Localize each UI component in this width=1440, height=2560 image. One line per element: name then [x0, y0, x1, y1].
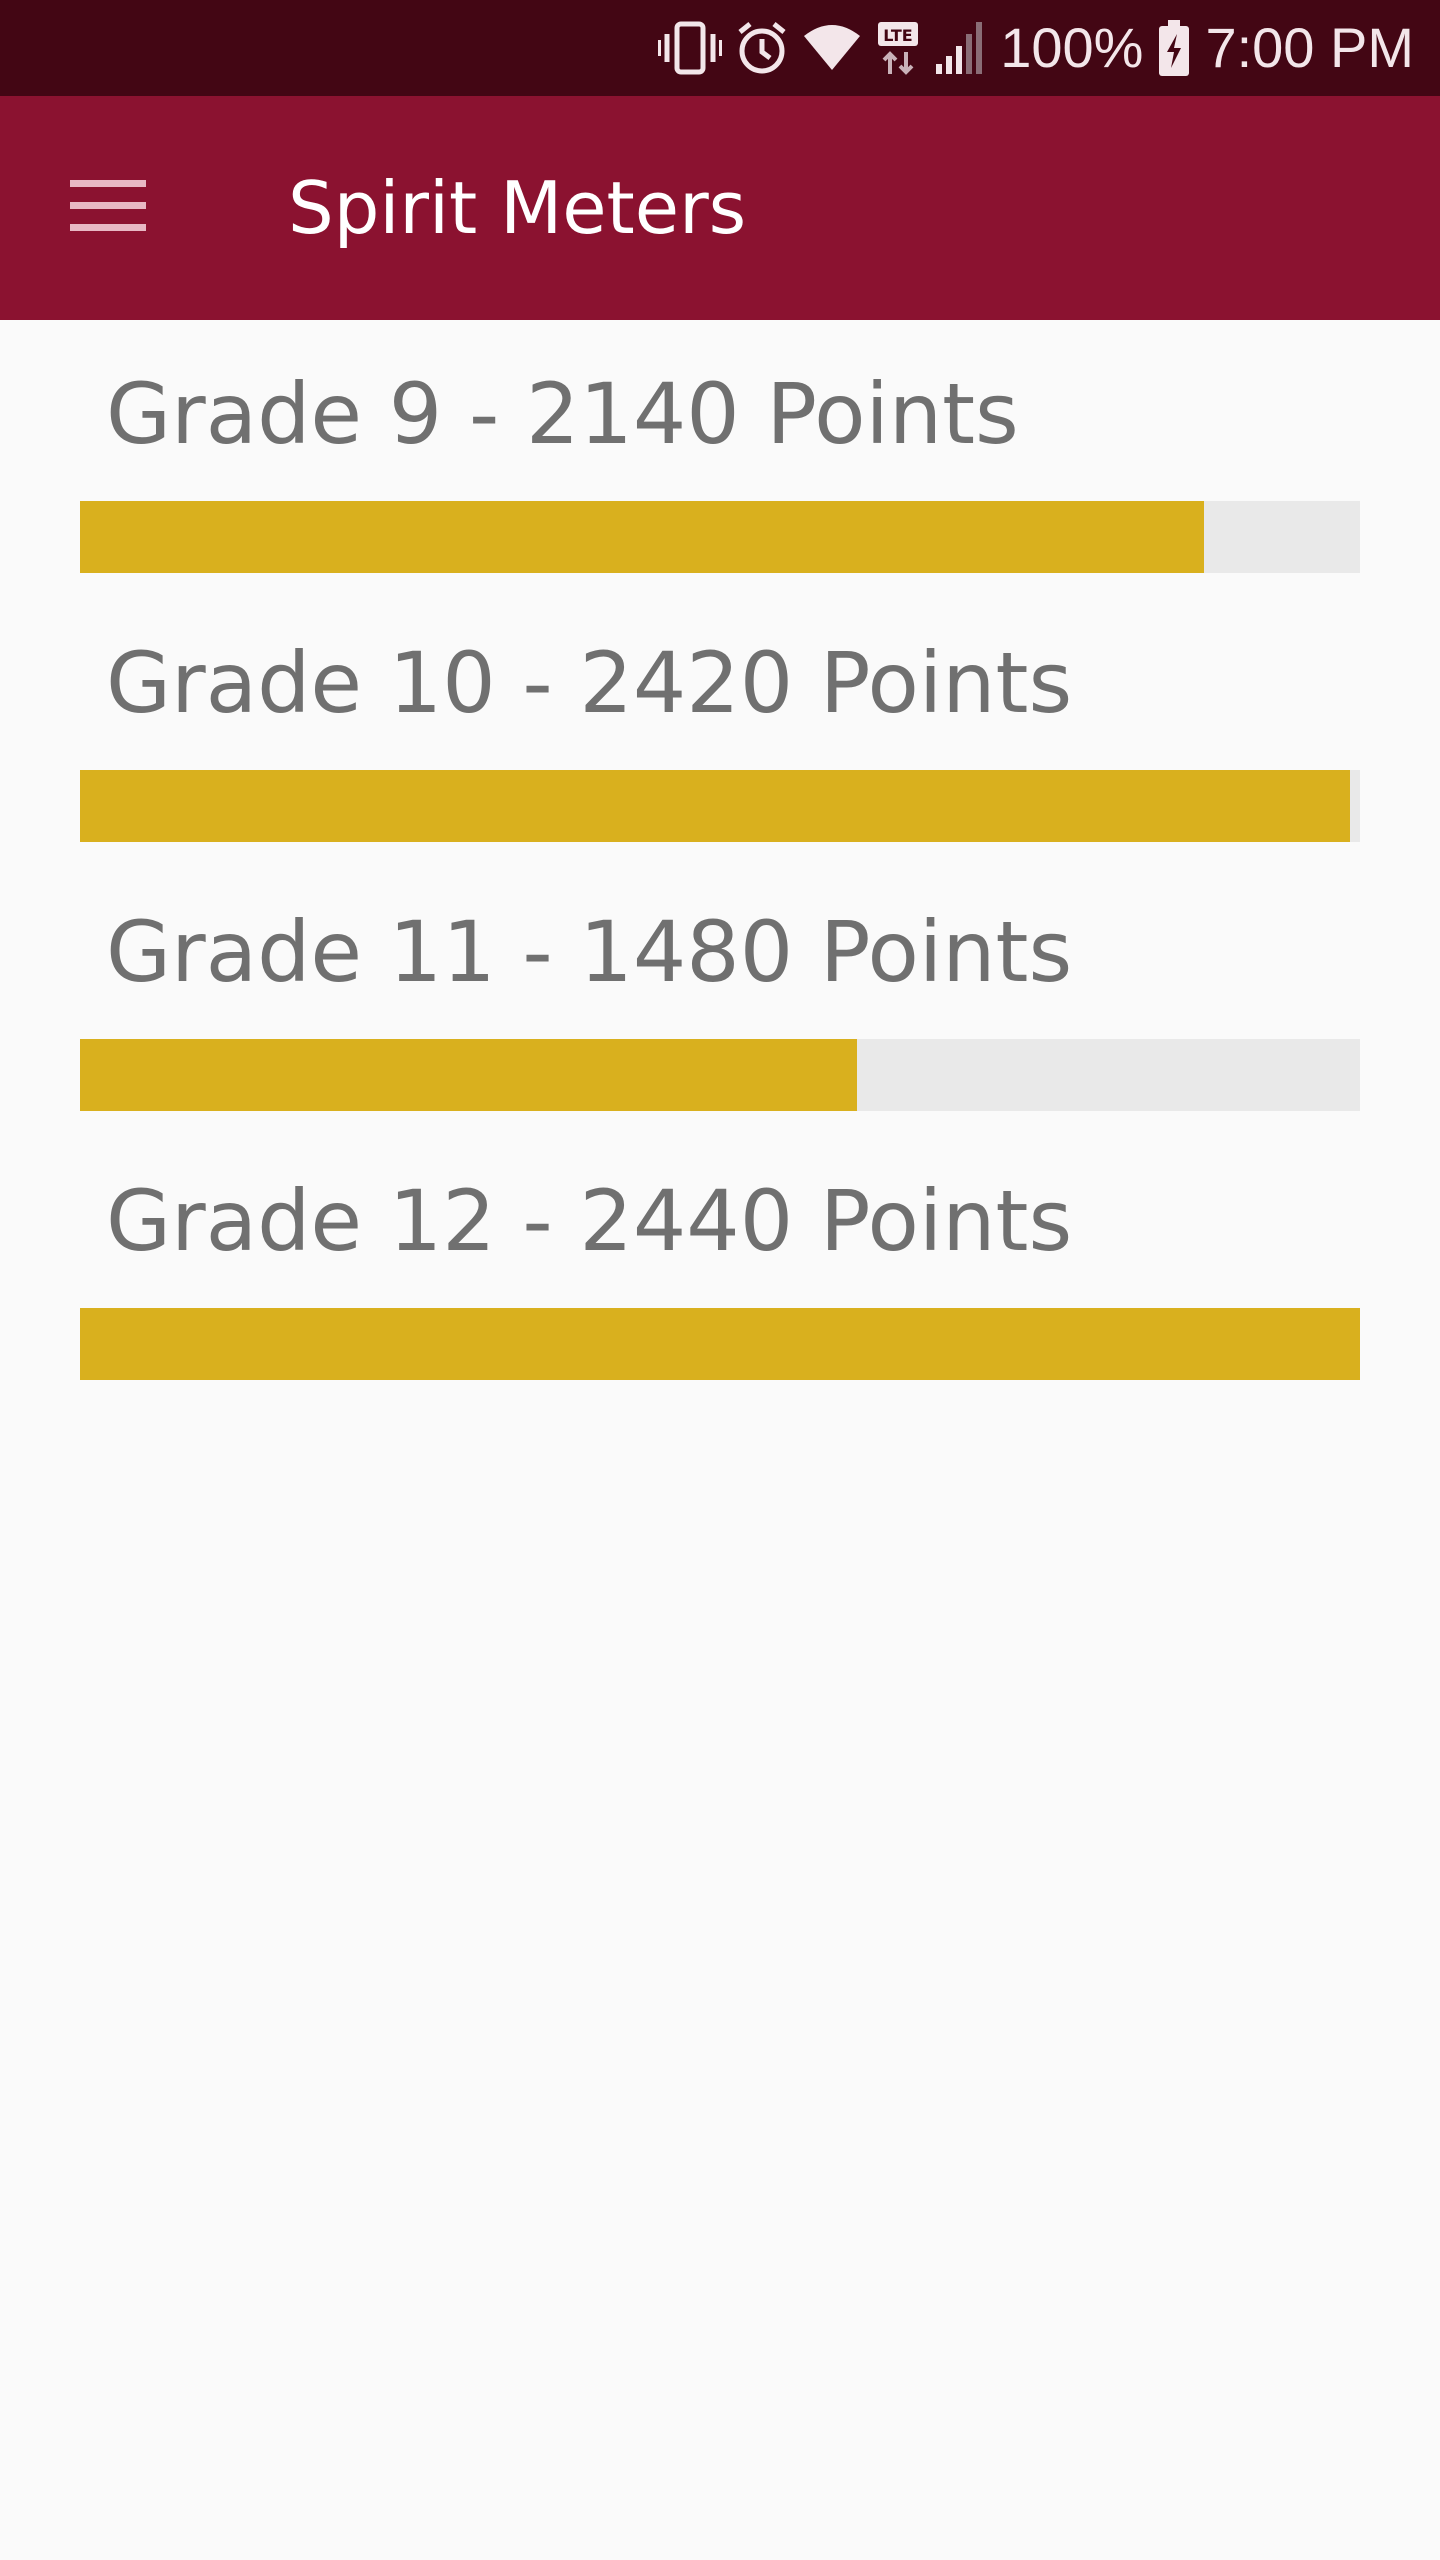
meter-fill — [80, 501, 1204, 573]
status-icons: LTE 100% 7:00 PM — [658, 0, 1414, 96]
page-title: Spirit Meters — [288, 166, 747, 250]
meter-label: Grade 12 - 2440 Points — [106, 1172, 1073, 1270]
svg-text:LTE: LTE — [884, 26, 913, 45]
alarm-icon — [736, 20, 788, 76]
lte-icon: LTE — [876, 20, 920, 76]
signal-icon — [934, 20, 986, 76]
meter-label: Grade 9 - 2140 Points — [106, 365, 1019, 463]
meter-fill — [80, 770, 1350, 842]
meter-fill — [80, 1039, 857, 1111]
meter-label: Grade 10 - 2420 Points — [106, 634, 1073, 732]
menu-icon — [68, 176, 148, 240]
meter-fill — [80, 1308, 1360, 1380]
wifi-icon — [802, 20, 862, 76]
meter-track — [80, 1039, 1360, 1111]
meter-grade-9: Grade 9 - 2140 Points — [80, 320, 1360, 573]
meter-label: Grade 11 - 1480 Points — [106, 903, 1073, 1001]
battery-charging-icon — [1157, 18, 1191, 78]
status-bar: LTE 100% 7:00 PM — [0, 0, 1440, 96]
meter-grade-12: Grade 12 - 2440 Points — [80, 1127, 1360, 1380]
menu-button[interactable] — [48, 148, 168, 268]
meter-grade-11: Grade 11 - 1480 Points — [80, 858, 1360, 1111]
vibrate-icon — [658, 20, 723, 76]
meter-grade-10: Grade 10 - 2420 Points — [80, 589, 1360, 842]
meter-track — [80, 1308, 1360, 1380]
app-bar: Spirit Meters — [0, 96, 1440, 320]
battery-percent: 100% — [1000, 16, 1144, 79]
status-time: 7:00 PM — [1205, 16, 1414, 79]
meter-track — [80, 501, 1360, 573]
meter-track — [80, 770, 1360, 842]
